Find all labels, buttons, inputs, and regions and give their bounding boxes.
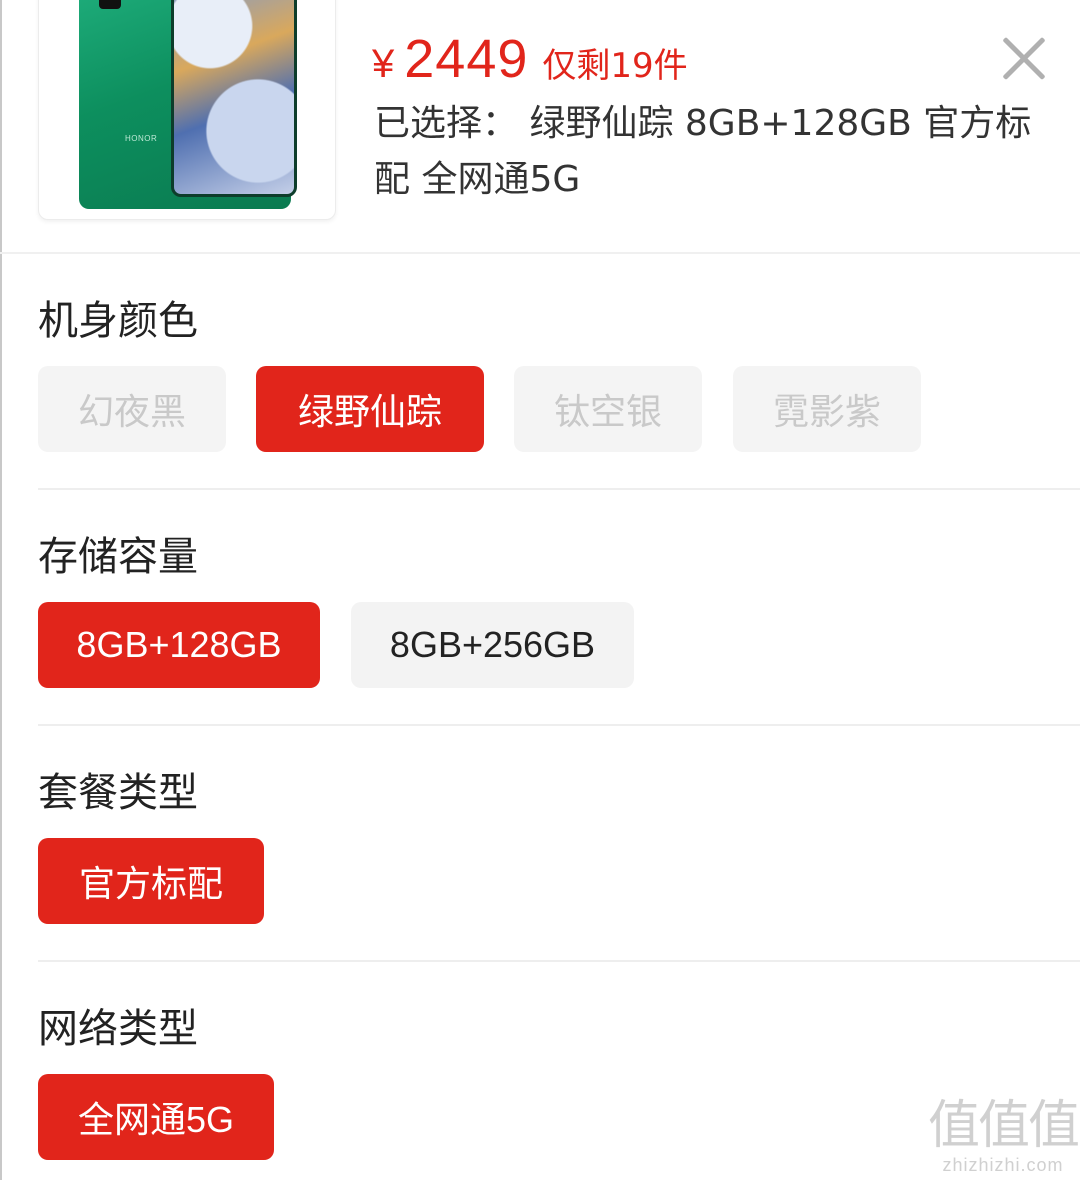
option-storage-2[interactable]: 8GB+256GB xyxy=(351,602,634,688)
header-divider xyxy=(0,252,1080,254)
panel-left-edge xyxy=(0,0,2,1180)
watermark-url: zhizhizhi.com xyxy=(942,1155,1064,1175)
section-divider xyxy=(38,960,1080,962)
site-watermark: 值值值 zhizhizhi.com xyxy=(928,1096,1080,1175)
group-title-package: 套餐类型 xyxy=(38,770,198,816)
price-currency: ¥ xyxy=(372,42,395,86)
section-divider xyxy=(38,724,1080,726)
group-title-color: 机身颜色 xyxy=(38,298,198,344)
camera-module-icon xyxy=(99,0,121,9)
option-color-1[interactable]: 幻夜黑 xyxy=(38,366,226,452)
group-title-storage: 存储容量 xyxy=(38,534,198,580)
phone-screen-image xyxy=(171,0,297,197)
option-storage-1[interactable]: 8GB+128GB xyxy=(38,602,320,688)
option-color-4[interactable]: 霓影紫 xyxy=(733,366,921,452)
option-package-1[interactable]: 官方标配 xyxy=(38,838,264,924)
product-thumbnail[interactable]: HONOR xyxy=(38,0,336,220)
product-logo-text: HONOR xyxy=(125,134,158,143)
watermark-logo: 值值值 xyxy=(928,1097,1080,1155)
close-icon[interactable] xyxy=(1000,34,1048,82)
section-divider xyxy=(38,488,1080,490)
option-network-1[interactable]: 全网通5G xyxy=(38,1074,274,1160)
price-value: 2449 xyxy=(404,29,529,89)
group-title-network: 网络类型 xyxy=(38,1006,198,1052)
price-row: ¥ 2449 仅剩19件 xyxy=(372,28,688,90)
phone-image: HONOR xyxy=(79,0,297,209)
selected-spec-summary: 已选择： 绿野仙踪 8GB+128GB 官方标配 全网通5G xyxy=(374,103,1032,200)
stock-remaining: 仅剩19件 xyxy=(542,46,688,86)
option-color-2[interactable]: 绿野仙踪 xyxy=(256,366,484,452)
option-color-3[interactable]: 钛空银 xyxy=(514,366,702,452)
